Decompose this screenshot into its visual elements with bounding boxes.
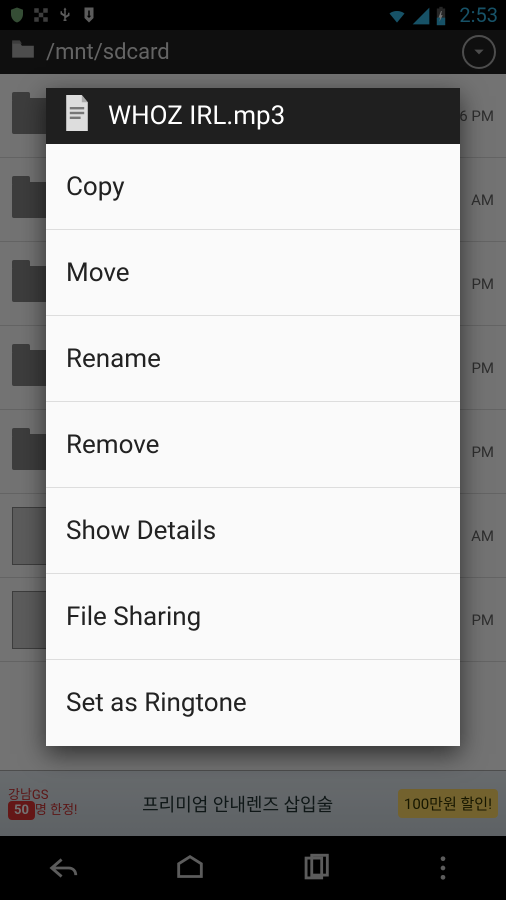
context-menu-dialog: WHOZ IRL.mp3 Copy Move Rename Remove Sho… bbox=[46, 88, 460, 746]
menu-item-show-details[interactable]: Show Details bbox=[46, 488, 460, 574]
menu-item-remove[interactable]: Remove bbox=[46, 402, 460, 488]
menu-item-set-ringtone[interactable]: Set as Ringtone bbox=[46, 660, 460, 746]
document-icon bbox=[62, 95, 92, 138]
menu-item-file-sharing[interactable]: File Sharing bbox=[46, 574, 460, 660]
menu-item-move[interactable]: Move bbox=[46, 230, 460, 316]
menu-item-rename[interactable]: Rename bbox=[46, 316, 460, 402]
dialog-title: WHOZ IRL.mp3 bbox=[108, 101, 285, 131]
dialog-header: WHOZ IRL.mp3 bbox=[46, 88, 460, 144]
menu-item-copy[interactable]: Copy bbox=[46, 144, 460, 230]
